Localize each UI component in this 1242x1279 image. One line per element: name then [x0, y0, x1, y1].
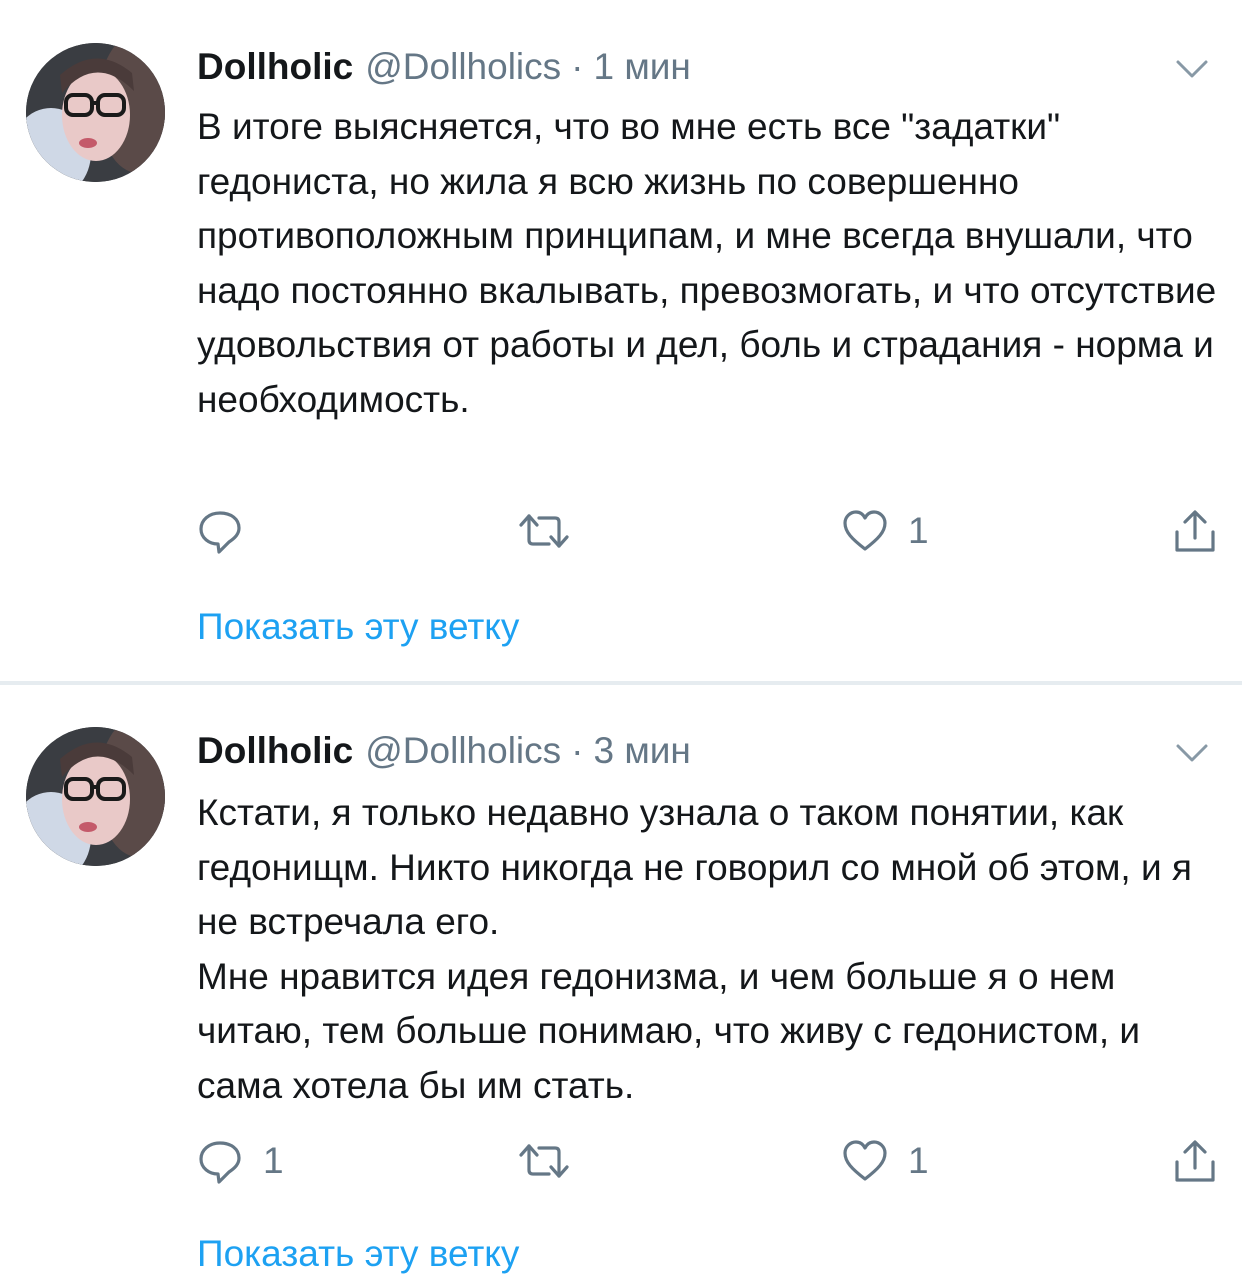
like-count: 1 — [908, 510, 929, 551]
reply-icon — [199, 511, 241, 554]
separator-dot: · — [571, 730, 584, 771]
tweet-text: Кстати, я только недавно узнала о таком … — [197, 792, 1192, 1106]
reply-button[interactable] — [197, 504, 263, 558]
heart-icon — [843, 1140, 887, 1181]
tweet-feed: Dollholic @Dollholics · 1 мин В итоге выясн… — [0, 0, 1242, 1279]
tweet-header: Dollholic @Dollholics · 3 мин — [197, 726, 691, 776]
tweet-header: Dollholic @Dollholics · 1 мин — [197, 42, 691, 92]
share-icon — [1175, 1140, 1215, 1182]
retweet-icon — [519, 1144, 569, 1178]
action-bar: 1 — [197, 504, 1218, 558]
retweet-button[interactable] — [517, 1134, 591, 1188]
chevron-down-icon[interactable] — [1172, 738, 1212, 768]
retweet-icon — [519, 514, 569, 548]
avatar-image — [26, 727, 165, 866]
share-button[interactable] — [1172, 1134, 1218, 1188]
retweet-button[interactable] — [517, 504, 591, 558]
heart-icon — [843, 510, 887, 551]
avatar-image — [26, 43, 165, 182]
tweet-text: В итоге выясняется, что во мне есть все … — [197, 106, 1217, 420]
show-thread-link[interactable]: Показать эту ветку — [197, 606, 519, 648]
reply-count: 1 — [263, 1140, 284, 1181]
share-icon — [1175, 510, 1215, 552]
timestamp[interactable]: 3 мин — [593, 730, 690, 771]
separator-dot: · — [571, 46, 584, 87]
like-button[interactable]: 1 — [842, 504, 929, 558]
reply-icon — [199, 1141, 241, 1184]
chevron-down-icon[interactable] — [1172, 54, 1212, 84]
tweet-divider — [0, 681, 1242, 685]
like-button[interactable]: 1 — [842, 1134, 929, 1188]
action-bar: 1 1 — [197, 1134, 1218, 1188]
like-count: 1 — [908, 1140, 929, 1181]
tweet[interactable]: Dollholic @Dollholics · 1 мин В итоге выясн… — [0, 0, 1242, 683]
avatar[interactable] — [26, 43, 165, 182]
tweet[interactable]: Dollholic @Dollholics · 3 мин Кстати, я тол… — [0, 686, 1242, 1279]
share-button[interactable] — [1172, 504, 1218, 558]
display-name[interactable]: Dollholic — [197, 46, 353, 87]
user-handle[interactable]: @Dollholics — [365, 46, 561, 87]
timestamp[interactable]: 1 мин — [593, 46, 690, 87]
reply-button[interactable]: 1 — [197, 1134, 284, 1188]
show-thread-link[interactable]: Показать эту ветку — [197, 1233, 519, 1275]
display-name[interactable]: Dollholic — [197, 730, 353, 771]
user-handle[interactable]: @Dollholics — [365, 730, 561, 771]
avatar[interactable] — [26, 727, 165, 866]
